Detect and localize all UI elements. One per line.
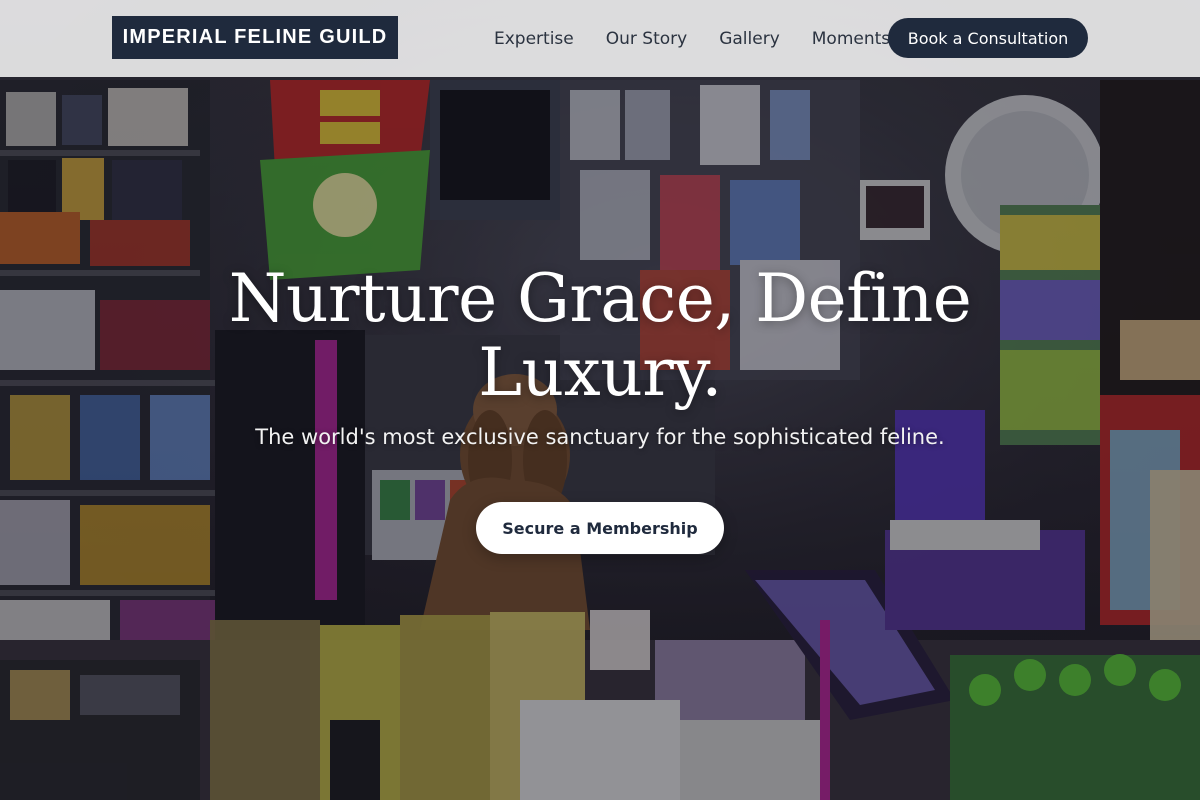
nav-link-gallery[interactable]: Gallery: [719, 29, 780, 49]
site-header: IMPERIAL FELINE GUILD Expertise Our Stor…: [0, 0, 1200, 77]
brand-logo[interactable]: IMPERIAL FELINE GUILD: [112, 16, 398, 59]
nav-link-expertise[interactable]: Expertise: [494, 29, 574, 49]
main-nav: Expertise Our Story Gallery Moments: [494, 0, 922, 77]
hero-subtitle: The world's most exclusive sanctuary for…: [255, 425, 945, 449]
book-consultation-button[interactable]: Book a Consultation: [888, 18, 1088, 58]
nav-link-moments[interactable]: Moments: [812, 29, 890, 49]
secure-membership-button[interactable]: Secure a Membership: [476, 502, 724, 554]
hero-headline: Nurture Grace, Define Luxury.: [228, 260, 972, 411]
nav-link-our-story[interactable]: Our Story: [606, 29, 687, 49]
